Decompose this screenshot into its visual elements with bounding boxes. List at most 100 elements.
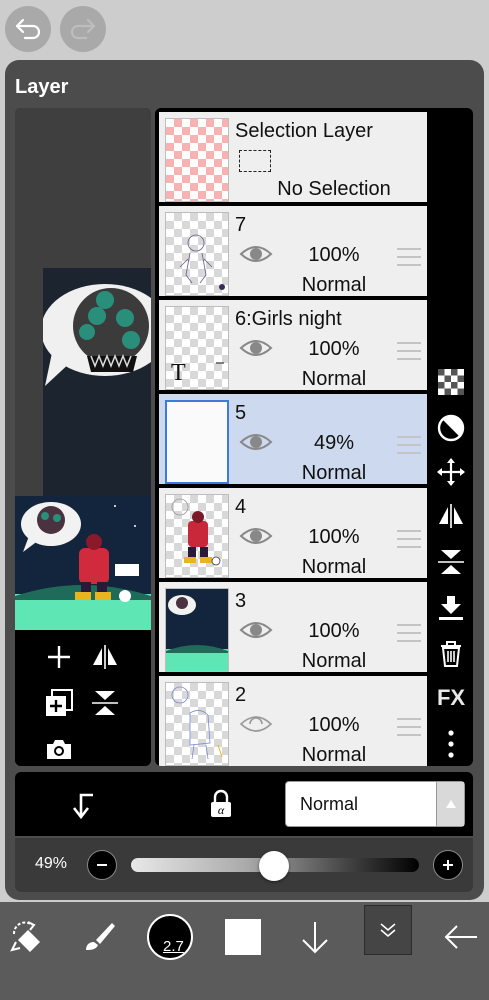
layer-thumbnail [165,118,229,202]
layer-opacity: 100% [308,244,360,266]
visibility-eye-icon[interactable] [239,524,273,548]
merge-down-icon [439,596,463,620]
drag-handle-icon[interactable] [397,718,421,736]
plus-icon [48,646,70,668]
fx-button[interactable]: FX [433,680,469,716]
drag-handle-icon[interactable] [397,248,421,266]
canvas-scene [41,268,151,498]
flip-horizontal-button[interactable] [88,640,122,674]
layer-thumbnail [165,212,229,296]
layer-blend-mode: Normal [301,744,367,766]
layer-row[interactable]: 3 100% Normal [159,582,427,672]
layer-row-selected[interactable]: 5 49% Normal [159,394,427,484]
canvas-thumbnail[interactable] [15,496,151,630]
layer-opacity: 100% [308,714,360,736]
canvas-tools [15,630,151,766]
camera-icon [47,740,71,759]
layer-opacity: 49% [313,432,355,454]
brush-size-button[interactable]: 2.7 [145,912,195,962]
brush-icon [86,923,115,950]
canvas-preview-column [15,108,151,766]
drag-handle-icon[interactable] [397,342,421,360]
redo-icon [70,18,96,40]
layer-row[interactable]: T 6:Girls night 100% Normal [159,300,427,390]
blend-mode-select[interactable]: Normal [285,781,465,827]
visibility-eye-icon[interactable] [239,712,273,736]
move-arrows-icon [437,458,465,486]
delete-layer-button[interactable] [433,636,469,672]
undo-icon [15,18,41,40]
flip-vertical-icon [438,550,464,574]
layer-opacity: 100% [308,338,360,360]
brush-size-value: 2.7 [163,938,184,955]
visibility-eye-icon[interactable] [239,336,273,360]
opacity-increase-button[interactable] [433,850,463,880]
layer-name: 7 [235,214,247,236]
layer-name: 4 [235,496,247,518]
svg-text:α: α [218,803,225,817]
layer-thumbnail [165,400,229,484]
layer-row[interactable]: 7 100% Normal [159,206,427,296]
more-vertical-icon [448,730,454,758]
minus-icon [97,864,107,866]
color-picker-button[interactable] [218,912,268,962]
brush-tool-button[interactable] [74,912,124,962]
drag-handle-icon[interactable] [397,436,421,454]
visibility-eye-icon[interactable] [239,430,273,454]
clipping-button[interactable] [67,788,101,822]
invert-button[interactable] [433,410,469,446]
layer-name: 5 [235,402,247,424]
layer-row[interactable]: 4 100% Normal [159,488,427,578]
trash-icon [441,641,461,667]
back-button[interactable] [436,912,486,962]
checkerboard-icon [438,369,464,395]
panel-title: Layer [15,76,69,98]
flip-layer-horizontal-button[interactable] [433,498,469,534]
opacity-decrease-button[interactable] [87,850,117,880]
flip-horizontal-icon [439,504,463,528]
double-chevron-down-icon [380,923,396,938]
merge-down-button[interactable] [433,590,469,626]
layer-thumbnail: T [165,306,229,390]
layer-thumbnail [165,588,229,672]
move-button[interactable] [433,454,469,490]
selection-tool-button[interactable] [2,912,52,962]
flip-layer-vertical-button[interactable] [433,544,469,580]
duplicate-layer-button[interactable] [42,686,76,720]
layer-row[interactable]: 2 100% Normal [159,676,427,766]
opacity-slider-bar: 49% [15,838,473,892]
layer-blend-mode: Normal [301,650,367,672]
arrow-down-icon [302,922,328,954]
layer-thumbnail [165,682,229,766]
drag-handle-icon[interactable] [397,624,421,642]
layer-name: 6:Girls night [235,308,342,330]
layer-opacity: 100% [308,620,360,642]
more-options-button[interactable] [433,726,469,762]
transform-select-icon [10,921,40,952]
flip-vertical-icon [92,691,118,715]
layer-row-selection[interactable]: Selection Layer No Selection [159,112,427,202]
transparency-checker-button[interactable] [433,364,469,400]
visibility-eye-icon[interactable] [239,618,273,642]
opacity-slider-knob[interactable] [259,851,289,881]
layer-blend-mode: Normal [301,462,367,484]
plus-icon [443,860,453,870]
duplicate-icon [46,689,73,716]
drag-handle-icon[interactable] [397,530,421,548]
add-layer-button[interactable] [42,640,76,674]
alpha-lock-button[interactable]: α [203,786,239,822]
selection-marquee-icon [239,150,271,172]
fx-label: FX [436,685,466,710]
visibility-eye-icon[interactable] [239,242,273,266]
layer-down-button[interactable] [290,912,340,962]
flip-vertical-button[interactable] [88,686,122,720]
blend-mode-value: Normal [300,794,359,814]
layer-opacity: 100% [308,526,360,548]
redo-button[interactable] [60,6,106,52]
layers-panel-button[interactable] [364,905,412,955]
contrast-icon [437,414,465,442]
undo-button[interactable] [5,6,51,52]
arrow-left-icon [444,925,477,949]
dropdown-arrow-icon [436,782,464,826]
camera-button[interactable] [42,732,76,766]
